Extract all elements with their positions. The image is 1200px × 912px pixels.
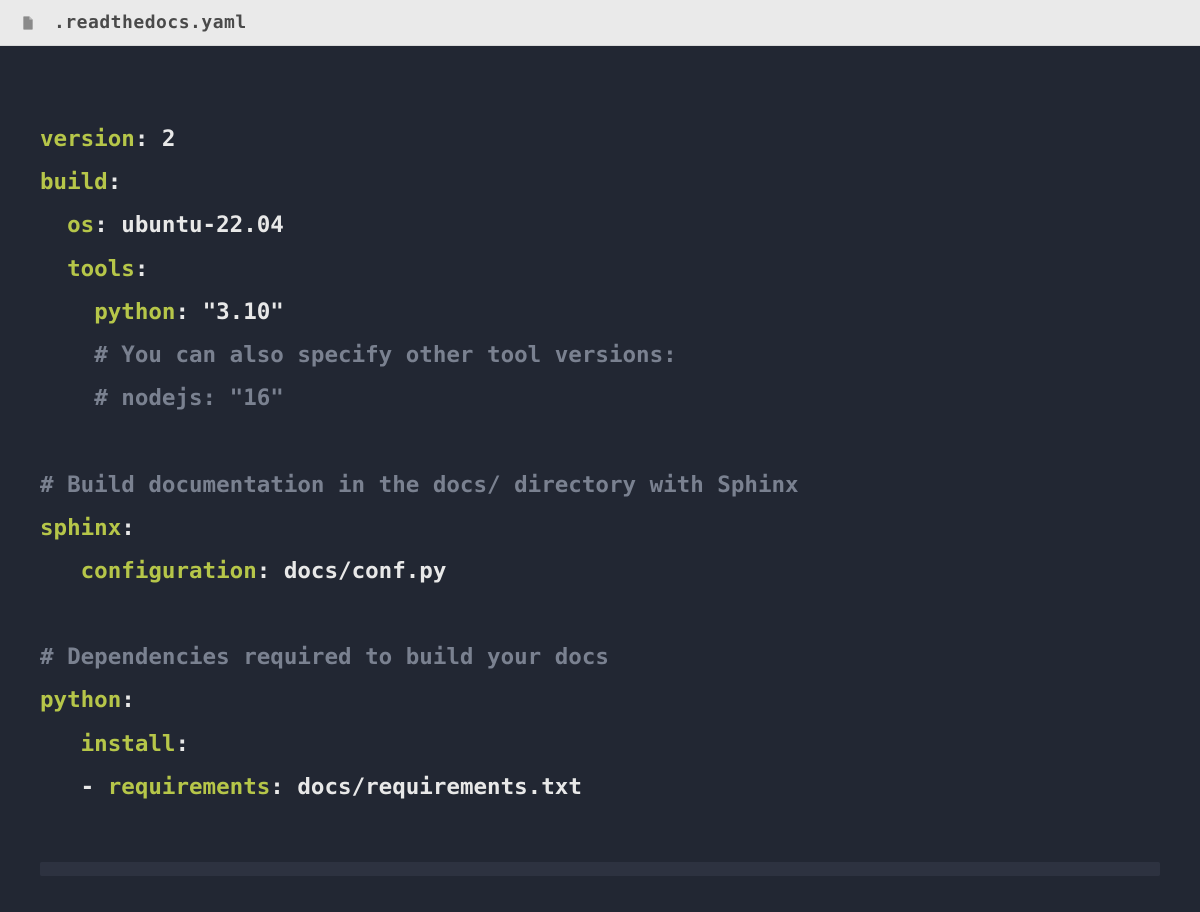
yaml-comment: # Build documentation in the docs/ direc… — [40, 472, 799, 498]
horizontal-scrollbar[interactable] — [40, 862, 1160, 876]
yaml-val-version: 2 — [162, 126, 176, 152]
yaml-key-python-tool: python — [94, 299, 175, 325]
file-header: .readthedocs.yaml — [0, 0, 1200, 46]
yaml-comment: # Dependencies required to build your do… — [40, 644, 609, 670]
yaml-comment: # You can also specify other tool versio… — [94, 342, 676, 368]
yaml-key-version: version — [40, 126, 135, 152]
yaml-key-sphinx: sphinx — [40, 515, 121, 541]
file-icon — [20, 15, 36, 31]
yaml-val-requirements: docs/requirements.txt — [297, 774, 581, 800]
yaml-key-tools: tools — [67, 256, 135, 282]
yaml-val-python-tool: "3.10" — [203, 299, 284, 325]
yaml-comment: # nodejs: "16" — [94, 385, 284, 411]
yaml-key-os: os — [67, 212, 94, 238]
yaml-key-build: build — [40, 169, 108, 195]
yaml-key-install: install — [81, 731, 176, 757]
yaml-val-os: ubuntu-22.04 — [121, 212, 284, 238]
yaml-key-python: python — [40, 687, 121, 713]
code-viewer[interactable]: version: 2 build: os: ubuntu-22.04 tools… — [0, 46, 1200, 912]
yaml-val-configuration: docs/conf.py — [284, 558, 447, 584]
yaml-key-requirements: requirements — [108, 774, 271, 800]
yaml-source: version: 2 build: os: ubuntu-22.04 tools… — [40, 118, 1160, 809]
filename: .readthedocs.yaml — [54, 12, 247, 33]
yaml-key-configuration: configuration — [81, 558, 257, 584]
yaml-dash: - — [81, 774, 95, 800]
